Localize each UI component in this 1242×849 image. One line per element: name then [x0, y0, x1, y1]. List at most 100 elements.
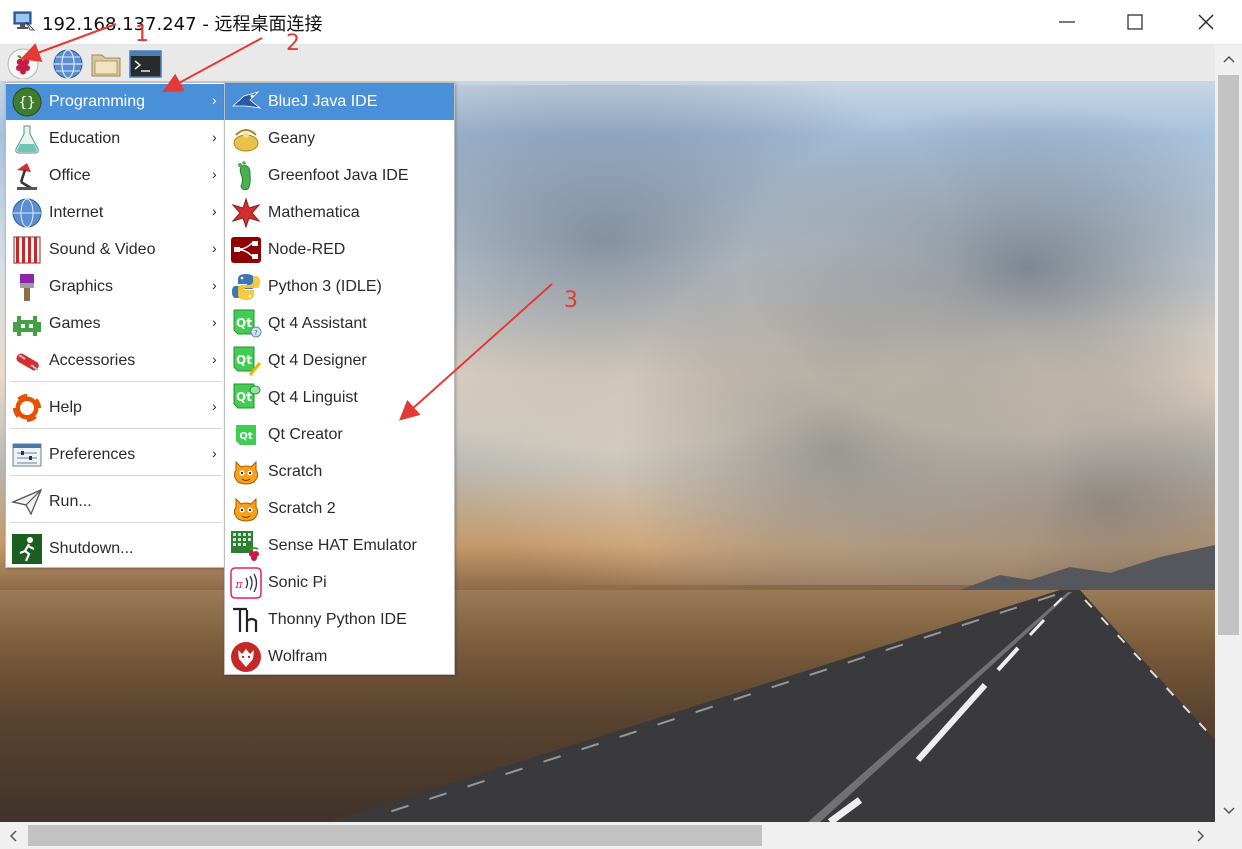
submenu-item-qt-designer[interactable]: Qt Qt 4 Designer	[225, 342, 454, 379]
menu-item-label: Shutdown...	[49, 540, 134, 557]
svg-text:π: π	[234, 578, 243, 591]
menu-item-label: Graphics	[49, 278, 114, 295]
vertical-scroll-thumb[interactable]	[1218, 75, 1239, 635]
menu-item-internet[interactable]: Internet ›	[6, 195, 226, 231]
submenu-item-mathematica[interactable]: Mathematica	[225, 194, 454, 231]
scratch-icon	[233, 460, 259, 485]
menu-item-accessories[interactable]: Accessories ›	[6, 343, 226, 379]
submenu-item-label: Wolfram	[268, 648, 328, 665]
file-manager-button[interactable]	[89, 47, 123, 79]
submenu-item-label: Sonic Pi	[268, 574, 327, 591]
horizontal-scrollbar[interactable]	[0, 822, 1215, 849]
qt-creator-icon: Qt	[236, 425, 256, 445]
submenu-item-sense-hat[interactable]: Sense HAT Emulator	[225, 527, 454, 564]
annotation-label-1: 1	[135, 22, 149, 47]
scroll-left-icon[interactable]	[8, 829, 18, 846]
menu-separator	[10, 428, 222, 429]
qt-assistant-icon: Qt ?	[233, 309, 262, 338]
submenu-arrow-icon: ›	[212, 129, 217, 145]
submenu-item-scratch[interactable]: Scratch	[225, 453, 454, 490]
svg-text:?: ?	[254, 329, 258, 337]
submenu-item-geany[interactable]: Geany	[225, 120, 454, 157]
preferences-icon	[12, 443, 42, 467]
bluej-icon	[231, 91, 262, 109]
submenu-item-thonny[interactable]: Thonny Python IDE	[225, 601, 454, 638]
submenu-arrow-icon: ›	[212, 203, 217, 219]
terminal-icon	[129, 50, 162, 78]
menu-item-run[interactable]: Run...	[6, 484, 226, 520]
scroll-up-icon[interactable]	[1222, 51, 1236, 67]
programming-icon: {}	[12, 87, 42, 117]
menu-item-programming[interactable]: {} Programming ›	[6, 84, 226, 120]
submenu-item-label: Python 3 (IDLE)	[268, 278, 382, 295]
submenu-item-wolfram[interactable]: Wolfram	[225, 638, 454, 675]
submenu-item-qt-assistant[interactable]: Qt ? Qt 4 Assistant	[225, 305, 454, 342]
submenu-item-label: Node-RED	[268, 241, 346, 258]
maximize-button[interactable]	[1100, 0, 1170, 44]
submenu-item-label: Qt Creator	[268, 426, 343, 443]
submenu-item-label: Scratch	[268, 463, 323, 480]
menu-item-games[interactable]: Games ›	[6, 306, 226, 342]
vertical-scrollbar[interactable]	[1215, 45, 1242, 822]
sonic-pi-icon: π	[230, 567, 262, 599]
menu-item-label: Office	[49, 167, 91, 184]
submenu-arrow-icon: ›	[212, 445, 217, 461]
close-button[interactable]	[1170, 0, 1240, 44]
node-red-icon	[231, 237, 261, 263]
svg-text:Qt: Qt	[236, 316, 252, 330]
submenu-item-qt-creator[interactable]: Qt Qt Creator	[225, 416, 454, 453]
horizontal-scroll-thumb[interactable]	[28, 825, 762, 846]
submenu-arrow-icon: ›	[212, 351, 217, 367]
menu-item-office[interactable]: Office ›	[6, 158, 226, 194]
submenu-item-qt-linguist[interactable]: Qt Qt 4 Linguist	[225, 379, 454, 416]
submenu-item-label: Qt 4 Linguist	[268, 389, 358, 406]
qt-linguist-icon: Qt	[233, 383, 261, 409]
remote-desktop-icon	[13, 11, 35, 31]
web-browser-button[interactable]	[51, 47, 85, 79]
menu-item-education[interactable]: Education ›	[6, 121, 226, 157]
scrollbar-corner	[1215, 822, 1242, 849]
close-icon	[1198, 14, 1214, 30]
menu-item-help[interactable]: Help ›	[6, 390, 226, 426]
svg-text:Qt: Qt	[239, 431, 253, 442]
scroll-right-icon[interactable]	[1196, 829, 1206, 846]
submenu-item-node-red[interactable]: Node-RED	[225, 231, 454, 268]
terminal-button[interactable]	[128, 47, 162, 79]
svg-text:Qt: Qt	[236, 390, 252, 404]
submenu-arrow-icon: ›	[212, 166, 217, 182]
scroll-down-icon[interactable]	[1222, 803, 1236, 819]
scratch2-icon	[233, 497, 259, 522]
submenu-arrow-icon: ›	[212, 277, 217, 293]
menu-item-sound-video[interactable]: Sound & Video ›	[6, 232, 226, 268]
svg-text:Qt: Qt	[236, 353, 252, 367]
menu-item-graphics[interactable]: Graphics ›	[6, 269, 226, 305]
submenu-item-sonic-pi[interactable]: π Sonic Pi	[225, 564, 454, 601]
applications-menu: {} Programming › Education › Office › In…	[5, 82, 227, 568]
submenu-item-greenfoot[interactable]: Greenfoot Java IDE	[225, 157, 454, 194]
menu-item-label: Run...	[49, 493, 92, 510]
menu-item-preferences[interactable]: Preferences ›	[6, 437, 226, 473]
education-icon	[15, 125, 39, 154]
python-icon	[232, 274, 260, 300]
submenu-item-bluej[interactable]: BlueJ Java IDE	[225, 83, 454, 120]
minimize-icon	[1059, 21, 1075, 23]
submenu-arrow-icon: ›	[212, 314, 217, 330]
menu-item-label: Sound & Video	[49, 241, 156, 258]
run-icon	[11, 488, 43, 516]
menu-item-label: Accessories	[49, 352, 136, 369]
menu-item-label: Games	[49, 315, 101, 332]
menu-item-shutdown[interactable]: Shutdown...	[6, 531, 226, 567]
window-titlebar: 192.168.137.247 - 远程桌面连接	[0, 0, 1242, 45]
maximize-icon	[1127, 14, 1143, 30]
internet-icon	[12, 198, 42, 228]
taskbar-panel	[0, 45, 1215, 82]
minimize-button[interactable]	[1032, 0, 1102, 44]
submenu-item-python[interactable]: Python 3 (IDLE)	[225, 268, 454, 305]
submenu-item-scratch-2[interactable]: Scratch 2	[225, 490, 454, 527]
submenu-item-label: Mathematica	[268, 204, 360, 221]
annotation-label-3: 3	[564, 288, 578, 313]
sense-hat-icon	[231, 531, 259, 561]
shutdown-icon	[12, 534, 42, 564]
applications-menu-button[interactable]	[6, 47, 40, 80]
programming-submenu: BlueJ Java IDE Geany Greenfoot Java IDE …	[224, 82, 455, 675]
